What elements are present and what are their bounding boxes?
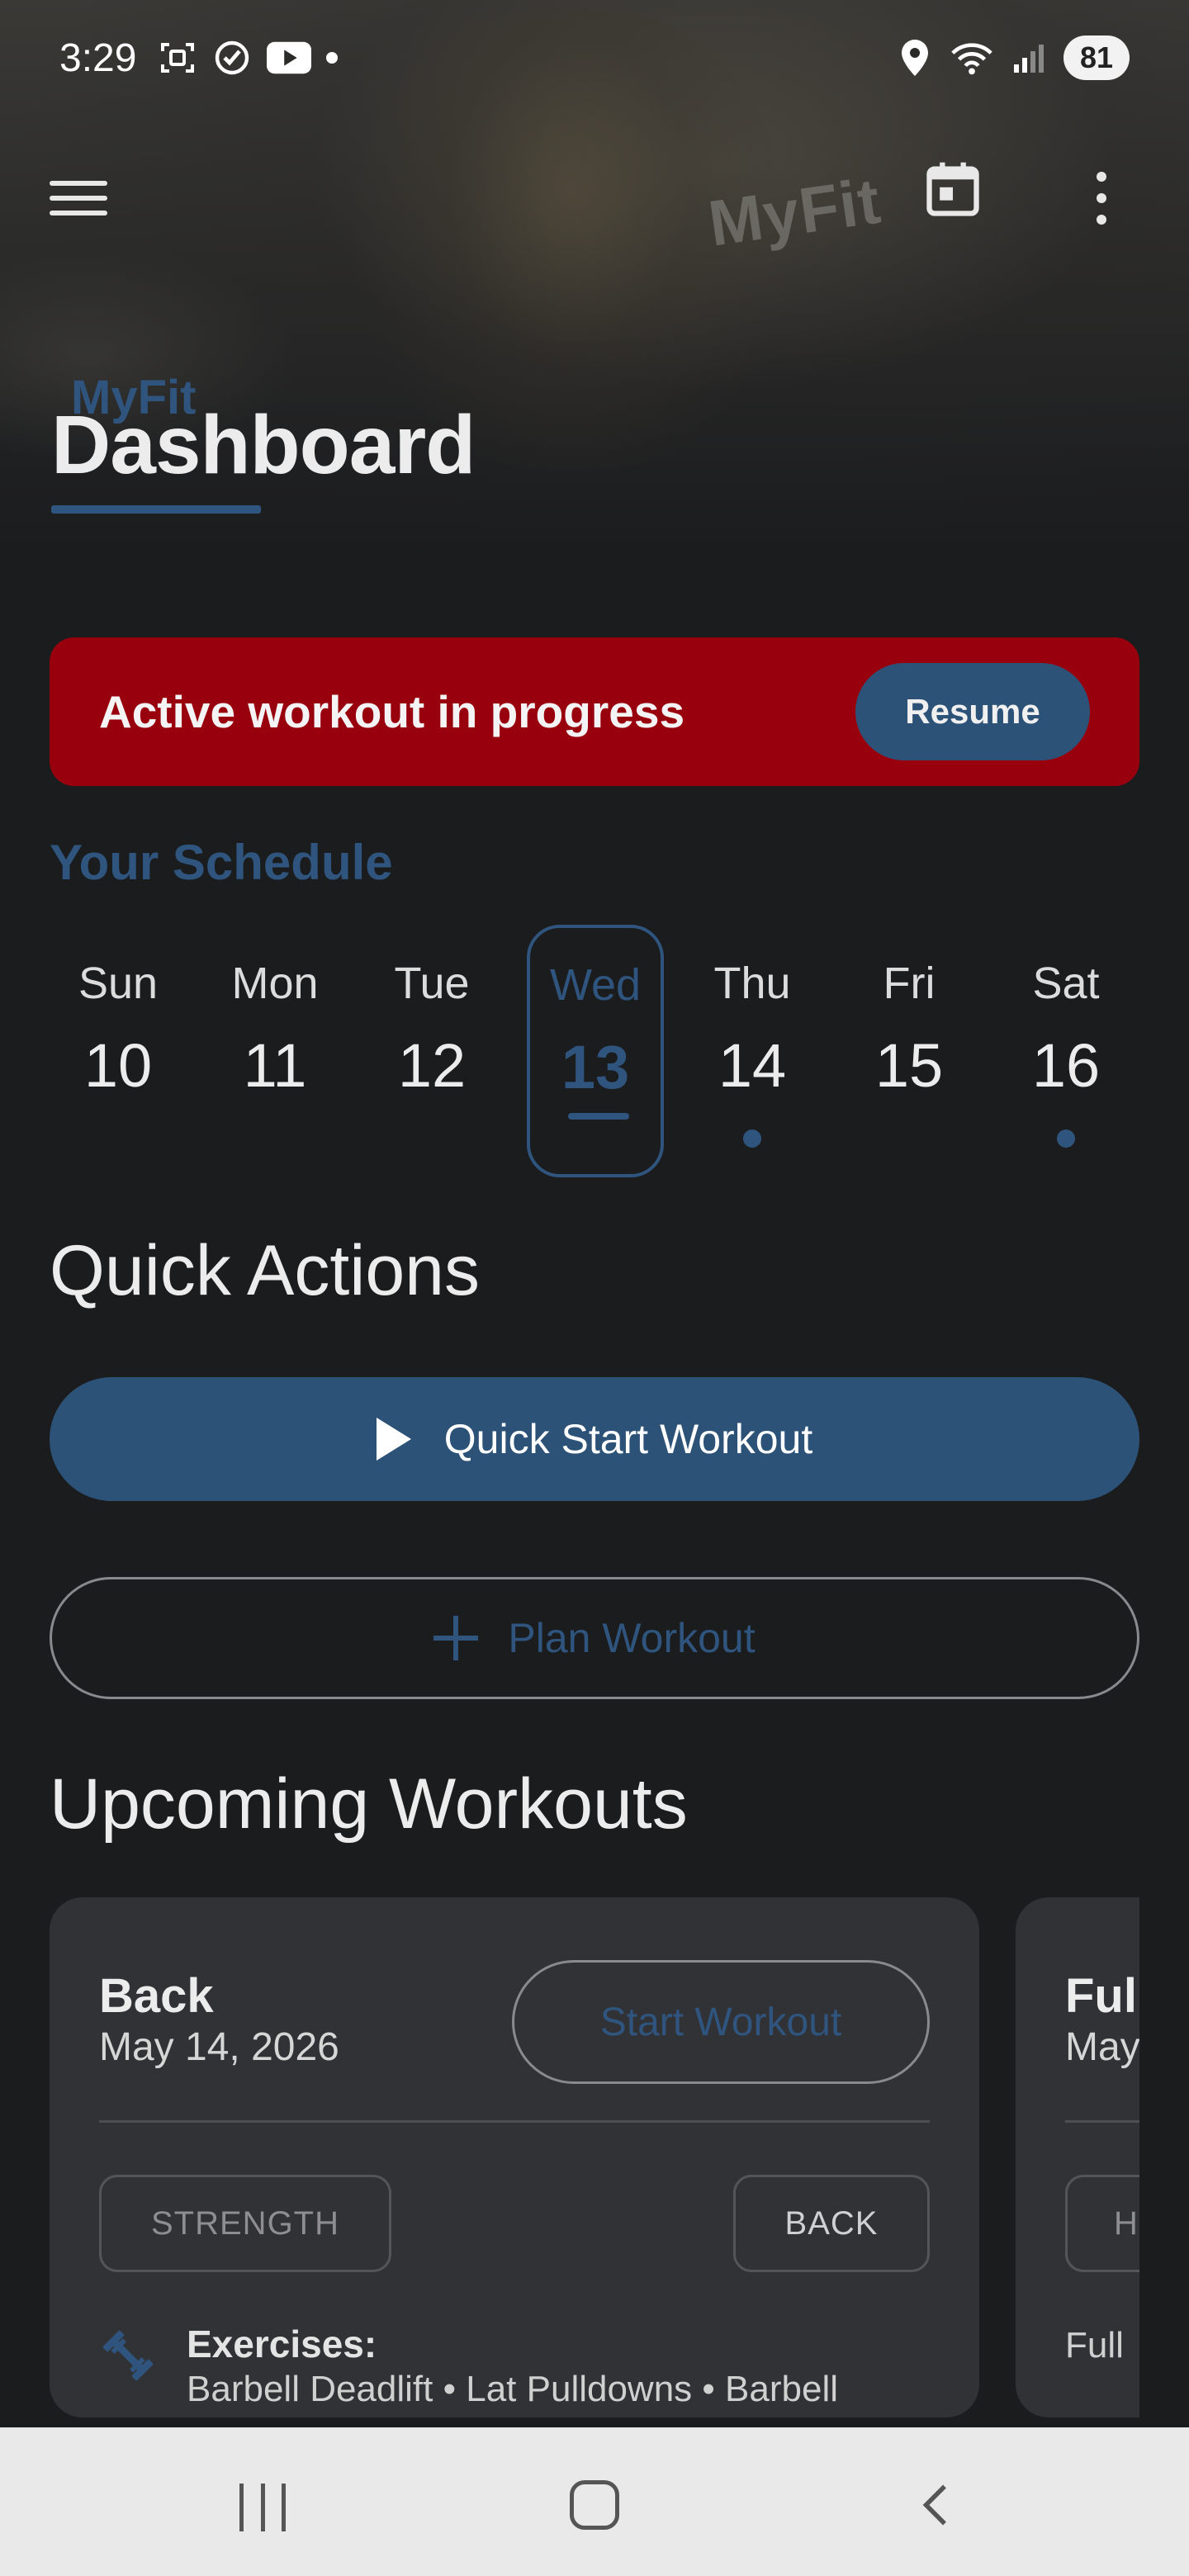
start-workout-button[interactable]: Start Workout [512,1960,930,2084]
day-number: 12 [397,1031,467,1100]
location-icon [902,40,928,76]
battery-indicator: 81 [1063,36,1130,80]
workout-card-title: Full [1065,1969,1139,2023]
day-number: 11 [243,1031,307,1100]
exercises-label: Exercises: [187,2323,377,2365]
page-title: Dashboard [51,399,476,491]
workout-indicator-dot [743,1129,761,1148]
week-schedule: Sun 10 Mon 11 Tue 12 Wed 13 Thu 14 Fri 1… [50,925,1139,1181]
home-icon[interactable] [570,2480,619,2530]
calendar-icon[interactable] [921,159,984,221]
day-name: Fri [883,959,936,1008]
tag-strength: STRENGTH [99,2175,391,2272]
recent-apps-icon[interactable] [239,2484,286,2531]
card-divider [99,2120,930,2123]
quick-start-workout-button[interactable]: Quick Start Workout [50,1377,1139,1501]
day-number: 16 [1031,1031,1101,1100]
day-name: Mon [231,959,319,1008]
youtube-icon [267,41,312,74]
schedule-day-mon[interactable]: Mon 11 [206,925,343,1177]
workout-card-title: Back [99,1969,214,2023]
status-notification-icons [158,38,339,78]
system-navigation-bar [0,2427,1189,2576]
app-root: MyFit 3:29 81 MyFit Dashboard Active wor… [0,0,1189,2576]
schedule-day-fri[interactable]: Fri 15 [841,925,978,1177]
day-name: Sat [1032,959,1100,1008]
active-workout-text: Active workout in progress [99,686,685,737]
day-number: 14 [718,1031,787,1100]
workout-card[interactable]: Full May H Full [1016,1897,1139,2417]
schedule-day-sun[interactable]: Sun 10 [50,925,187,1177]
exercises-list: Barbell Deadlift • Lat Pulldowns • Barbe… [187,2369,838,2409]
schedule-day-sat[interactable]: Sat 16 [997,925,1135,1177]
workout-card[interactable]: Back May 14, 2026 Start Workout STRENGTH… [50,1897,979,2417]
check-circle-icon [216,40,249,75]
workout-card-date: May [1065,2025,1139,2069]
schedule-day-wed-selected[interactable]: Wed 13 [527,925,664,1177]
more-notifications-dot [326,52,339,64]
back-icon[interactable] [912,2480,961,2530]
quick-actions-title: Quick Actions [50,1231,480,1310]
resume-button[interactable]: Resume [855,663,1090,760]
today-underline [568,1113,629,1120]
status-bar: 3:29 81 [0,0,1189,116]
more-vertical-icon[interactable] [1085,165,1118,231]
app-bar [0,140,1189,239]
hamburger-menu-icon[interactable] [50,165,124,231]
day-name: Wed [549,960,642,1010]
day-number: 13 [561,1033,630,1101]
day-name: Sun [78,959,159,1008]
title-underline [51,505,261,514]
day-number: 15 [874,1031,944,1100]
schedule-day-thu[interactable]: Thu 14 [684,925,821,1177]
quick-start-label: Quick Start Workout [443,1416,813,1462]
play-icon [376,1418,411,1461]
plan-workout-button[interactable]: Plan Workout [50,1577,1139,1699]
wifi-icon [951,43,992,75]
workout-tag: H [1065,2175,1139,2272]
day-name: Tue [394,959,470,1008]
plus-icon [433,1616,479,1660]
tag-back: BACK [733,2175,930,2272]
dumbbell-icon [102,2330,154,2381]
day-number: 10 [83,1031,153,1100]
day-name: Thu [713,959,791,1008]
status-time: 3:29 [59,36,137,80]
upcoming-workouts-title: Upcoming Workouts [50,1764,688,1844]
schedule-day-tue[interactable]: Tue 12 [363,925,500,1177]
card-divider [1065,2120,1139,2123]
screenshot-icon [161,43,195,73]
schedule-label: Your Schedule [50,835,393,890]
signal-icon [1014,45,1044,73]
active-workout-banner: Active workout in progress Resume [50,637,1139,786]
workout-card-date: May 14, 2026 [99,2025,339,2069]
workout-indicator-dot [1057,1129,1075,1148]
status-system-icons: 81 [898,36,1130,80]
plan-workout-label: Plan Workout [508,1615,756,1661]
workout-card-text: Full [1065,2325,1124,2365]
